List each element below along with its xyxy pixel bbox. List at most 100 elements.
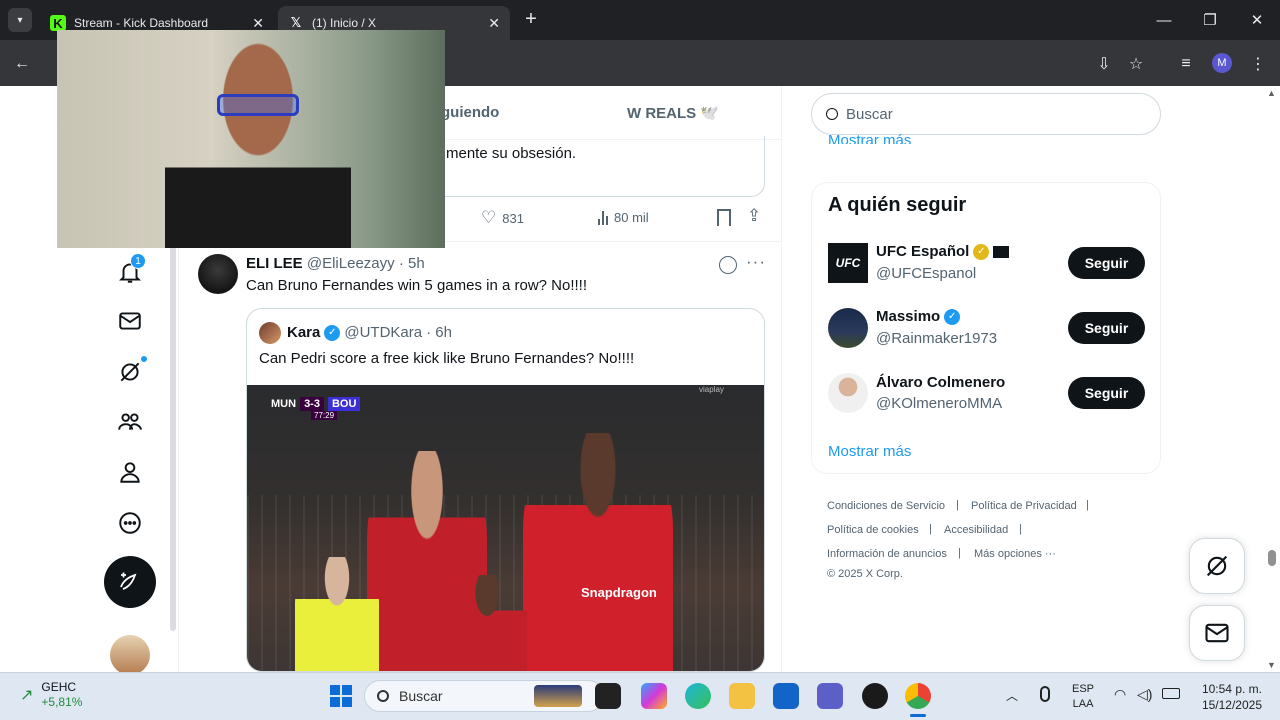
tab-following[interactable]: guiendo (441, 104, 499, 121)
more-options-link[interactable]: Más opciones ··· (974, 548, 1056, 560)
person-icon (120, 462, 140, 483)
follow-button[interactable]: Seguir (1068, 377, 1145, 409)
clock[interactable]: 10:54 p. m. 15/12/2025 (1198, 681, 1262, 713)
show-more-top-link[interactable]: Mostrar más (828, 132, 911, 144)
account-name-2[interactable]: Massimo ✓ (876, 308, 961, 325)
stock-change: +5,81% (41, 695, 83, 709)
tweet-author-avatar[interactable] (198, 254, 238, 294)
task-view-icon[interactable] (595, 683, 621, 709)
envelope-icon (119, 312, 141, 330)
match-clock: 77:29 (311, 411, 338, 420)
show-more-link[interactable]: Mostrar más (828, 443, 911, 460)
follow-button[interactable]: Seguir (1068, 312, 1145, 344)
microphone-icon[interactable] (1040, 686, 1050, 702)
account-avatar[interactable] (110, 635, 150, 672)
privacy-link[interactable]: Política de Privacidad (971, 500, 1077, 512)
share-icon[interactable]: ⇪ (747, 206, 761, 226)
lang-code: ESP (1072, 683, 1095, 695)
account-handle-3: @KOlmeneroMMA (876, 395, 1003, 412)
wifi-icon[interactable]: ◠ (1114, 686, 1126, 703)
back-arrow-icon[interactable]: ← (10, 52, 34, 76)
close-tab-icon[interactable]: ✕ (488, 15, 500, 32)
outlook-icon[interactable] (773, 683, 799, 709)
accessibility-link[interactable]: Accesibilidad (944, 524, 1008, 536)
author-handle[interactable]: @EliLeezayy (307, 255, 395, 272)
grok-explain-icon[interactable] (719, 256, 737, 274)
tab-search-button[interactable]: ▾ (8, 8, 32, 32)
windows-start-icon[interactable] (330, 685, 352, 707)
bookmark-icon[interactable] (717, 209, 731, 226)
search-icon (377, 690, 389, 702)
close-window-icon[interactable]: ✕ (1234, 0, 1280, 40)
search-box[interactable]: Buscar (811, 93, 1161, 135)
new-tab-button[interactable]: + (520, 8, 542, 32)
keyboard-layout: LAA (1072, 698, 1094, 710)
tab-wreals[interactable]: W REALS 🕊️ (627, 104, 719, 122)
tweet-text: Can Bruno Fernandes win 5 games in a row… (246, 277, 588, 294)
tweet-time[interactable]: · 5h (399, 255, 425, 272)
footer-separator: | (958, 547, 961, 559)
copilot-icon[interactable] (641, 683, 667, 709)
follow-button[interactable]: Seguir (1068, 247, 1145, 279)
account-name-1[interactable]: UFC Español ✓ (876, 243, 1010, 260)
quote-media-video[interactable]: MUN 3-3 BOU 77:29 viaplay Snapdragon (247, 385, 764, 671)
edge-icon[interactable] (685, 683, 711, 709)
tweet-header: ELI LEE @EliLeezayy · 5h (246, 255, 425, 272)
bookmark-star-icon[interactable]: ☆ (1124, 52, 1148, 76)
terms-link[interactable]: Condiciones de Servicio (827, 500, 945, 512)
streamer-silhouette (165, 36, 351, 248)
footer-separator: | (1086, 499, 1089, 511)
account-name-text: UFC Español (876, 243, 970, 260)
views-count: 80 mil (614, 210, 649, 225)
quote-card[interactable]: Kara ✓ @UTDKara · 6h Can Pedri score a f… (246, 308, 765, 672)
communities-nav[interactable] (112, 404, 148, 440)
kebab-menu-icon[interactable]: ⋮ (1246, 52, 1270, 76)
stock-widget[interactable]: ↗ GEHC +5,81% (20, 680, 82, 710)
cookies-link[interactable]: Política de cookies (827, 524, 919, 536)
tweet-more-icon[interactable]: ··· (746, 252, 766, 272)
quote-avatar (259, 322, 281, 344)
compose-post-button[interactable] (104, 556, 156, 608)
teams-icon[interactable] (817, 683, 843, 709)
gold-verified-icon: ✓ (973, 243, 990, 260)
account-avatar-alvaro[interactable] (828, 373, 868, 413)
file-explorer-icon[interactable] (729, 683, 755, 709)
page-scrollbar-thumb[interactable] (1268, 550, 1276, 566)
chrome-active-indicator (910, 714, 926, 717)
messages-nav[interactable] (112, 303, 148, 339)
account-avatar-massimo[interactable] (828, 308, 868, 348)
quote-author-name: Kara (287, 324, 321, 341)
stock-trend-icon: ↗ (20, 687, 34, 704)
like-button[interactable]: ♡ 831 (481, 208, 524, 228)
minimize-icon[interactable]: — (1141, 0, 1187, 40)
grok-float-button[interactable] (1189, 538, 1245, 594)
battery-icon[interactable] (1162, 688, 1180, 699)
prev-tweet-text: mente su obsesión. (446, 145, 577, 162)
volume-icon[interactable]: ◁) (1137, 686, 1152, 703)
kick-logo-icon: K (50, 15, 66, 31)
account-name-3[interactable]: Álvaro Colmenero (876, 374, 1005, 391)
account-avatar-ufc[interactable]: UFC (828, 243, 868, 283)
page-scroll-down-arrow[interactable]: ▼ (1267, 660, 1276, 670)
restore-icon[interactable]: ❐ (1187, 0, 1233, 40)
profile-avatar[interactable]: M (1212, 53, 1232, 73)
install-app-icon[interactable]: ⇩ (1092, 52, 1116, 76)
language-indicator[interactable]: ESP LAA (1072, 682, 1094, 712)
heart-icon: ♡ (481, 208, 497, 227)
media-queue-icon[interactable]: ≡ (1174, 52, 1198, 76)
tab-label: Stream - Kick Dashboard (74, 16, 209, 30)
author-name[interactable]: ELI LEE (246, 255, 303, 272)
app-icon[interactable] (862, 683, 888, 709)
chrome-icon[interactable] (905, 683, 931, 709)
more-nav[interactable] (112, 505, 148, 541)
views-button[interactable]: 80 mil (598, 210, 649, 225)
messages-float-button[interactable] (1189, 605, 1245, 661)
ads-info-link[interactable]: Información de anuncios (827, 548, 947, 560)
verified-badge-icon: ✓ (324, 324, 341, 341)
search-highlight-image (534, 685, 582, 707)
affiliate-badge-icon (993, 245, 1010, 258)
profile-nav[interactable] (112, 454, 148, 490)
footer-separator: | (956, 499, 959, 511)
page-scroll-up-arrow[interactable]: ▲ (1267, 88, 1276, 98)
tray-chevron-icon[interactable]: ︿ (1006, 687, 1018, 704)
